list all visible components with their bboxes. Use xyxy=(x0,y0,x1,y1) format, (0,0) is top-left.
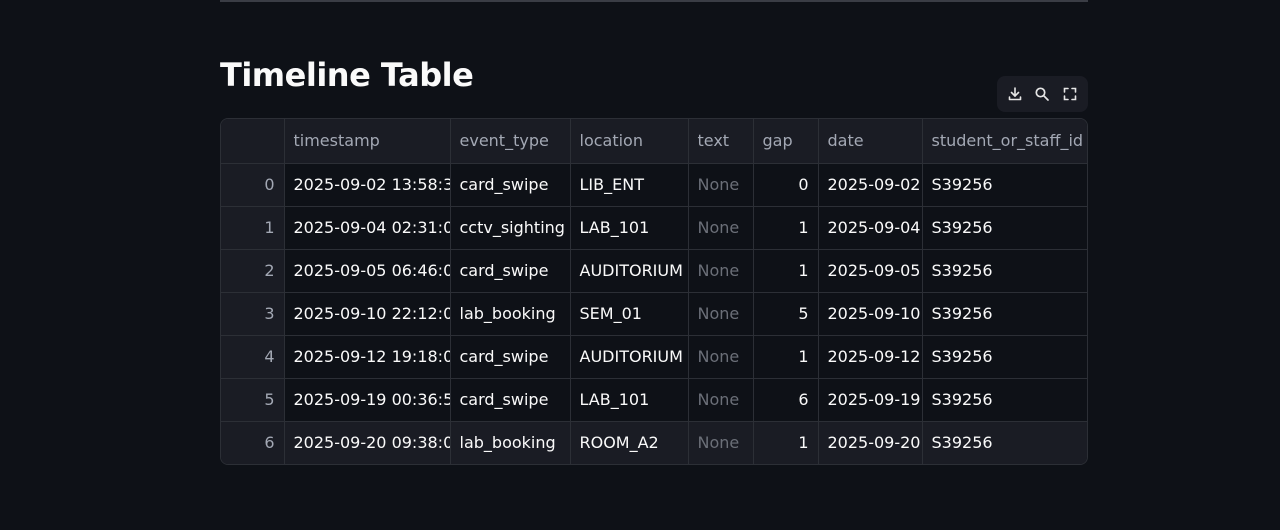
cell-event-type[interactable]: card_swipe xyxy=(450,378,571,422)
cell-gap[interactable]: 0 xyxy=(753,163,819,207)
cell-gap[interactable]: 1 xyxy=(753,206,819,250)
cell-gap[interactable]: 6 xyxy=(753,378,819,422)
cell-location[interactable]: LAB_101 xyxy=(570,206,689,250)
search-icon xyxy=(1035,87,1050,101)
column-header-location[interactable]: location xyxy=(570,119,689,164)
cell-date[interactable]: 2025-09-20 xyxy=(818,421,923,464)
cell-id[interactable]: S39256 xyxy=(922,378,1087,422)
row-index: 4 xyxy=(221,335,285,379)
cell-date[interactable]: 2025-09-04 xyxy=(818,206,923,250)
column-header-student-or-staff-id[interactable]: student_or_staff_id xyxy=(922,119,1087,164)
cell-location[interactable]: ROOM_A2 xyxy=(570,421,689,464)
row-index: 0 xyxy=(221,163,285,207)
cell-gap[interactable]: 1 xyxy=(753,335,819,379)
table-row: 1 2025-09-04 02:31:00 cctv_sighting LAB_… xyxy=(221,206,1087,250)
cell-date[interactable]: 2025-09-10 xyxy=(818,292,923,336)
cell-gap[interactable]: 5 xyxy=(753,292,819,336)
row-index: 3 xyxy=(221,292,285,336)
row-index: 2 xyxy=(221,249,285,293)
cell-text[interactable]: None xyxy=(688,163,754,207)
download-icon xyxy=(1008,87,1022,101)
cell-date[interactable]: 2025-09-02 xyxy=(818,163,923,207)
table-row: 5 2025-09-19 00:36:50 card_swipe LAB_101… xyxy=(221,378,1087,422)
cell-text[interactable]: None xyxy=(688,206,754,250)
cell-text[interactable]: None xyxy=(688,421,754,464)
cell-location[interactable]: LAB_101 xyxy=(570,378,689,422)
table-row: 6 2025-09-20 09:38:00 lab_booking ROOM_A… xyxy=(221,421,1087,464)
cell-event-type[interactable]: card_swipe xyxy=(450,335,571,379)
cell-id[interactable]: S39256 xyxy=(922,206,1087,250)
table-header-row: timestamp event_type location text gap d… xyxy=(221,119,1087,164)
cell-gap[interactable]: 1 xyxy=(753,249,819,293)
column-header-index[interactable] xyxy=(221,119,285,164)
cell-event-type[interactable]: card_swipe xyxy=(450,249,571,293)
cell-location[interactable]: AUDITORIUM xyxy=(570,249,689,293)
cell-location[interactable]: SEM_01 xyxy=(570,292,689,336)
table-row: 0 2025-09-02 13:58:39 card_swipe LIB_ENT… xyxy=(221,163,1087,207)
page-title: Timeline Table xyxy=(220,56,474,94)
cell-event-type[interactable]: cctv_sighting xyxy=(450,206,571,250)
column-header-timestamp[interactable]: timestamp xyxy=(284,119,451,164)
cell-event-type[interactable]: lab_booking xyxy=(450,421,571,464)
cell-id[interactable]: S39256 xyxy=(922,249,1087,293)
cell-timestamp[interactable]: 2025-09-12 19:18:02 xyxy=(284,335,451,379)
table-row: 2 2025-09-05 06:46:02 card_swipe AUDITOR… xyxy=(221,249,1087,293)
cell-text[interactable]: None xyxy=(688,335,754,379)
row-index: 5 xyxy=(221,378,285,422)
table-row: 4 2025-09-12 19:18:02 card_swipe AUDITOR… xyxy=(221,335,1087,379)
column-header-date[interactable]: date xyxy=(818,119,923,164)
cell-event-type[interactable]: lab_booking xyxy=(450,292,571,336)
cell-date[interactable]: 2025-09-12 xyxy=(818,335,923,379)
cell-date[interactable]: 2025-09-19 xyxy=(818,378,923,422)
section-divider xyxy=(220,0,1088,2)
table-toolbar xyxy=(997,76,1088,112)
cell-event-type[interactable]: card_swipe xyxy=(450,163,571,207)
cell-timestamp[interactable]: 2025-09-05 06:46:02 xyxy=(284,249,451,293)
row-index: 6 xyxy=(221,421,285,464)
cell-gap[interactable]: 1 xyxy=(753,421,819,464)
cell-id[interactable]: S39256 xyxy=(922,335,1087,379)
table-row: 3 2025-09-10 22:12:00 lab_booking SEM_01… xyxy=(221,292,1087,336)
cell-id[interactable]: S39256 xyxy=(922,163,1087,207)
cell-text[interactable]: None xyxy=(688,249,754,293)
row-index: 1 xyxy=(221,206,285,250)
cell-location[interactable]: LIB_ENT xyxy=(570,163,689,207)
fullscreen-icon xyxy=(1063,87,1077,101)
timeline-table[interactable]: timestamp event_type location text gap d… xyxy=(220,118,1088,465)
column-header-gap[interactable]: gap xyxy=(753,119,819,164)
cell-timestamp[interactable]: 2025-09-20 09:38:00 xyxy=(284,421,451,464)
cell-location[interactable]: AUDITORIUM xyxy=(570,335,689,379)
cell-timestamp[interactable]: 2025-09-04 02:31:00 xyxy=(284,206,451,250)
search-button[interactable] xyxy=(1030,82,1054,106)
cell-timestamp[interactable]: 2025-09-19 00:36:50 xyxy=(284,378,451,422)
download-button[interactable] xyxy=(1003,82,1027,106)
cell-date[interactable]: 2025-09-05 xyxy=(818,249,923,293)
column-header-text[interactable]: text xyxy=(688,119,754,164)
cell-id[interactable]: S39256 xyxy=(922,421,1087,464)
cell-id[interactable]: S39256 xyxy=(922,292,1087,336)
cell-text[interactable]: None xyxy=(688,292,754,336)
cell-timestamp[interactable]: 2025-09-10 22:12:00 xyxy=(284,292,451,336)
cell-text[interactable]: None xyxy=(688,378,754,422)
cell-timestamp[interactable]: 2025-09-02 13:58:39 xyxy=(284,163,451,207)
column-header-event-type[interactable]: event_type xyxy=(450,119,571,164)
fullscreen-button[interactable] xyxy=(1058,82,1082,106)
